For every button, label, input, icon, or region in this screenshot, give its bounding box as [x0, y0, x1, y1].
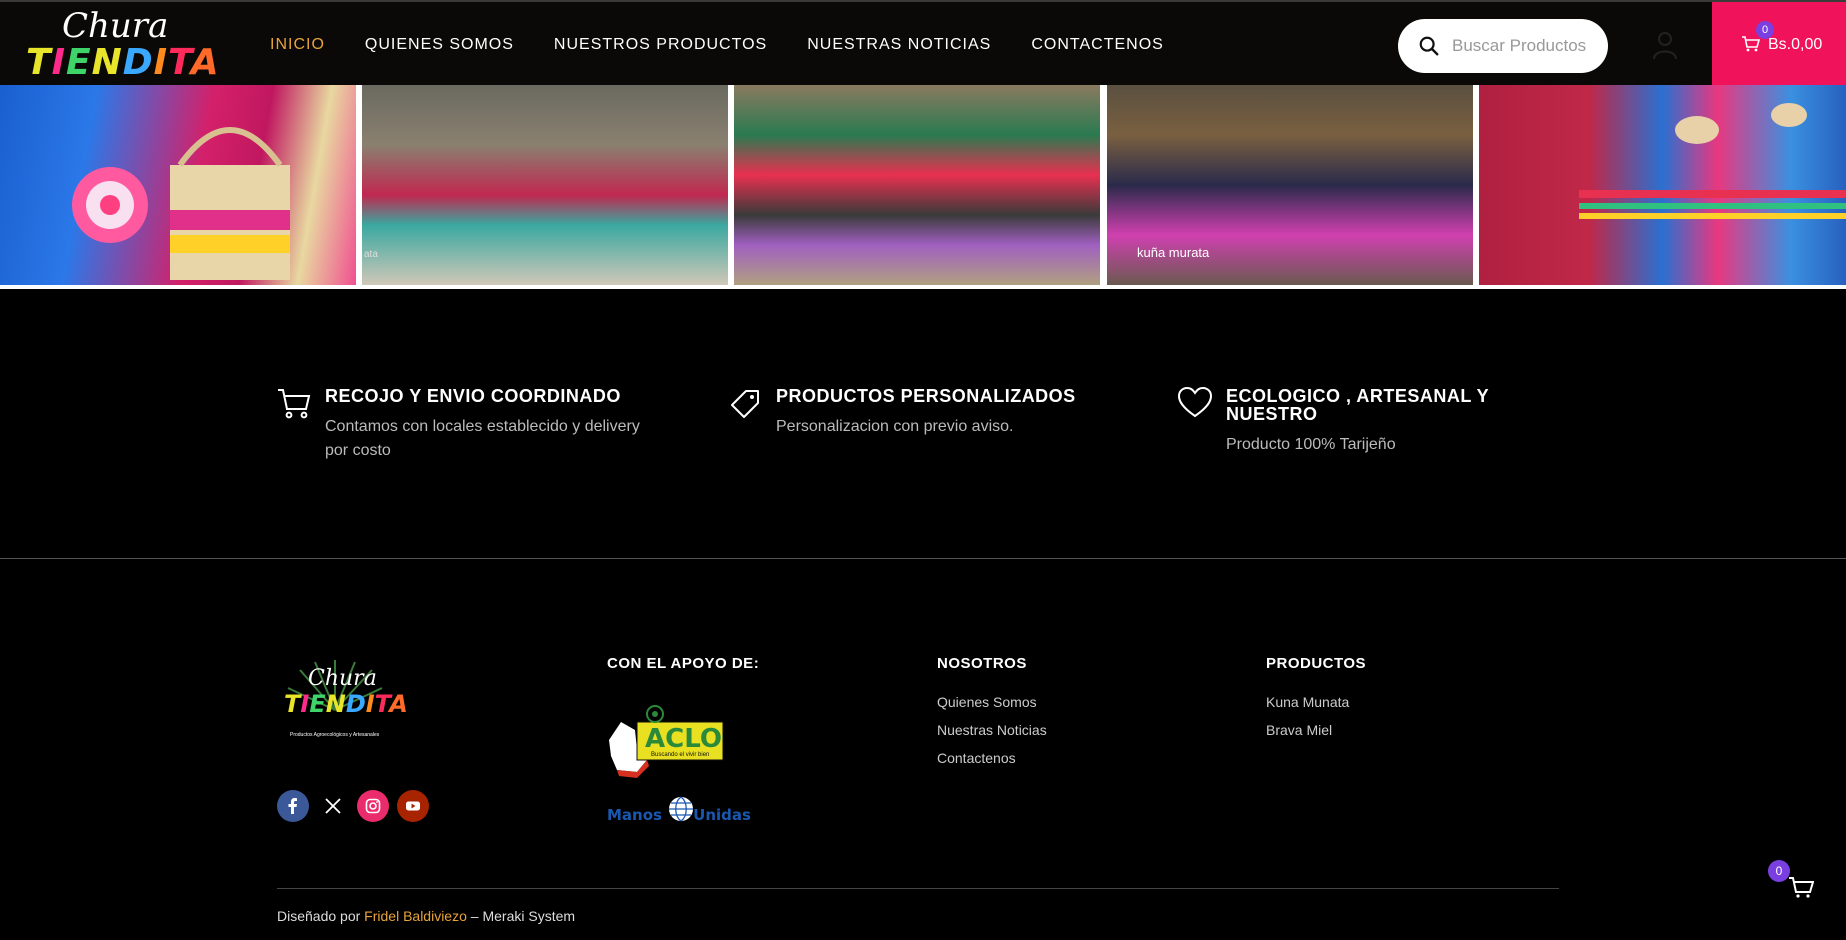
gallery-photo-1-art — [72, 127, 290, 280]
footer-link-kuna-munata[interactable]: Kuna Munata — [1266, 693, 1349, 711]
instagram-icon — [365, 798, 381, 814]
youtube-icon — [406, 801, 420, 811]
floating-cart-badge: 0 — [1768, 860, 1790, 882]
logo-word: TIENDITA — [26, 42, 220, 83]
feature-ecological-desc: Producto 100% Tarijeño — [1226, 436, 1396, 453]
photo-gallery: ata kuña murata — [0, 85, 1846, 289]
feature-shipping-title: RECOJO Y ENVIO COORDINADO — [325, 386, 621, 406]
productos-links: Kuna Munata Brava Miel — [1266, 693, 1349, 749]
feature-shipping-desc: Contamos con locales establecido y deliv… — [325, 418, 640, 459]
aclo-logo[interactable]: ACLO Buscando el vivir bien — [607, 700, 727, 780]
cart-icon — [278, 389, 311, 419]
footer-logo-script: Chura — [308, 666, 377, 691]
manos-unidas-label: Manos Unidas — [607, 806, 751, 824]
gallery-photo-4[interactable]: kuña murata — [1107, 85, 1473, 285]
site-logo[interactable]: Chura TIENDITA — [26, 6, 219, 83]
aclo-tagline: Buscando el vivir bien — [651, 752, 710, 758]
x-twitter-icon — [325, 798, 341, 814]
cart-total: Bs.0,00 — [1768, 36, 1823, 53]
heart-icon — [1178, 387, 1212, 418]
footer-link-nuestras-noticias[interactable]: Nuestras Noticias — [937, 721, 1047, 739]
footer-credit: Diseñado por Fridel Baldiviezo – Meraki … — [277, 908, 575, 924]
nosotros-title: NOSOTROS — [937, 655, 1027, 672]
footer-link-brava-miel[interactable]: Brava Miel — [1266, 721, 1349, 739]
user-icon[interactable] — [1652, 30, 1678, 60]
site-header: Chura TIENDITA INICIO QUIENES SOMOS NUES… — [0, 0, 1846, 87]
aclo-label: ACLO — [645, 724, 722, 754]
main-nav: INICIO QUIENES SOMOS NUESTROS PRODUCTOS … — [270, 2, 1204, 87]
x-twitter-button[interactable] — [317, 790, 349, 822]
tag-icon — [731, 390, 759, 418]
footer-divider — [277, 888, 1559, 889]
gallery-photo-2[interactable]: ata — [362, 85, 728, 285]
facebook-button[interactable] — [277, 790, 309, 822]
logo-script: Chura — [62, 6, 169, 46]
nav-nuestras-noticias[interactable]: NUESTRAS NOTICIAS — [807, 36, 991, 54]
footer-link-quienes-somos[interactable]: Quienes Somos — [937, 693, 1047, 711]
footer-logo-word: TIENDITA — [284, 690, 408, 718]
gallery-photo-4-watermark: kuña murata — [1137, 245, 1210, 260]
nav-quienes-somos[interactable]: QUIENES SOMOS — [365, 36, 514, 54]
manos-unidas-logo[interactable]: Manos Unidas — [607, 796, 767, 826]
feature-ecological-title: ECOLOGICO , ARTESANAL Y NUESTRO — [1226, 386, 1489, 424]
feature-custom-title: PRODUCTOS PERSONALIZADOS — [776, 386, 1076, 406]
gallery-photo-5[interactable] — [1479, 85, 1846, 285]
floating-cart-icon[interactable] — [1788, 876, 1814, 898]
feature-custom-desc: Personalizacion con previo aviso. — [776, 418, 1014, 435]
youtube-button[interactable] — [397, 790, 429, 822]
support-title: CON EL APOYO DE: — [607, 655, 760, 672]
cart-icon — [1742, 36, 1760, 52]
search-box — [1398, 19, 1608, 73]
facebook-icon — [288, 798, 297, 814]
gallery-photo-3[interactable] — [734, 85, 1100, 285]
credit-prefix: Diseñado por — [277, 908, 365, 924]
search-icon[interactable] — [1418, 35, 1440, 57]
footer-link-contactenos[interactable]: Contactenos — [937, 749, 1047, 767]
credit-author-link[interactable]: Fridel Baldiviezo — [364, 908, 467, 924]
search-input[interactable] — [1452, 36, 1602, 56]
nosotros-links: Quienes Somos Nuestras Noticias Contacte… — [937, 693, 1047, 777]
footer-logo[interactable]: Chura TIENDITA Productos Agroecológicos … — [280, 660, 408, 770]
site-footer: Chura TIENDITA Productos Agroecológicos … — [0, 560, 1846, 940]
gallery-photo-1[interactable] — [0, 85, 356, 285]
productos-title: PRODUCTOS — [1266, 655, 1367, 672]
nav-contactenos[interactable]: CONTACTENOS — [1031, 36, 1163, 54]
nav-nuestros-productos[interactable]: NUESTROS PRODUCTOS — [554, 36, 767, 54]
instagram-button[interactable] — [357, 790, 389, 822]
nav-inicio[interactable]: INICIO — [270, 36, 325, 54]
gallery-photo-2-watermark: ata — [364, 249, 378, 260]
cart-button[interactable]: 0 Bs.0,00 — [1712, 2, 1846, 87]
gallery-photo-5-art — [1579, 103, 1846, 219]
credit-suffix: – Meraki System — [466, 908, 576, 924]
features-section: RECOJO Y ENVIO COORDINADO Contamos con l… — [0, 289, 1846, 559]
footer-logo-tagline: Productos Agroecológicos y Artesanales — [290, 732, 380, 738]
